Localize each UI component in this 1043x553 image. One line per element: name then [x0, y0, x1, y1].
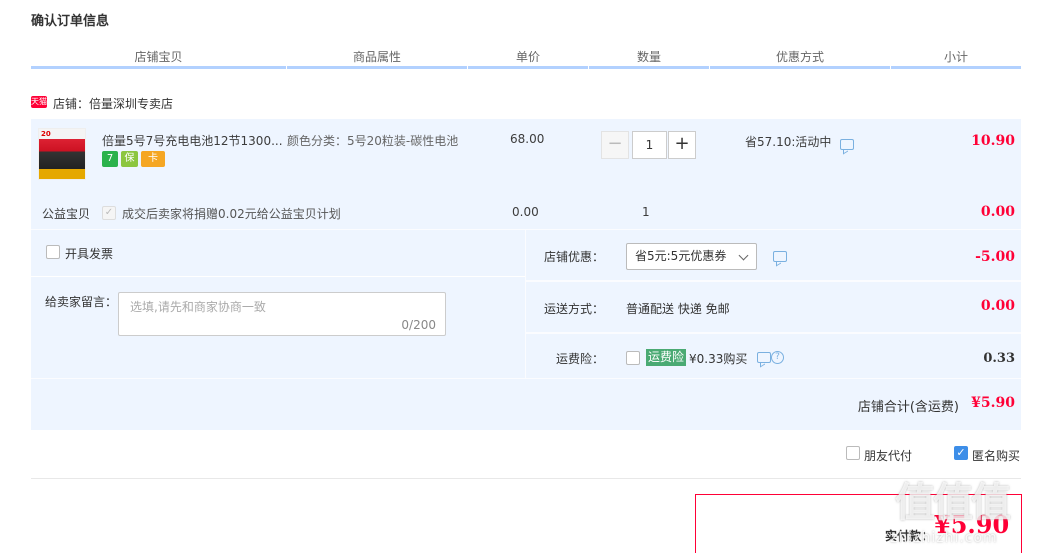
seven-day-return-icon[interactable]: 7: [102, 151, 118, 167]
charity-description: 成交后卖家将捐赠0.02元给公益宝贝计划: [122, 207, 341, 221]
header-underline: [891, 66, 1021, 69]
product-image[interactable]: 20: [38, 128, 86, 180]
charity-quantity: 1: [642, 205, 650, 219]
coupon-selected-value: 省5元:5元优惠券: [635, 249, 727, 263]
header-underline: [468, 66, 588, 69]
shop-total-amount: ¥5.90: [971, 395, 1015, 411]
remark-label: 给卖家留言：: [45, 295, 118, 309]
column-header-subtotal: 小计: [943, 50, 968, 64]
guarantee-icon[interactable]: 保: [121, 151, 138, 167]
message-icon[interactable]: [757, 352, 771, 363]
charity-subtotal: 0.00: [980, 204, 1015, 220]
friend-pay-checkbox[interactable]: [846, 446, 860, 460]
product-attribute: 颜色分类：5号20粒装-碳性电池: [287, 134, 459, 148]
chevron-down-icon: [738, 250, 749, 261]
character-counter: 0/200: [401, 318, 436, 332]
shipping-label: 运送方式：: [543, 302, 604, 316]
coupon-select[interactable]: 省5元:5元优惠券: [626, 243, 757, 270]
anonymous-label[interactable]: 匿名购买: [972, 447, 1020, 464]
insurance-tag: 运费险: [646, 349, 687, 366]
page-title: 确认订单信息: [31, 14, 110, 29]
charity-checkbox: ✓: [102, 206, 116, 220]
shipping-method: 普通配送 快递 免邮: [626, 302, 730, 316]
credit-card-icon[interactable]: 卡: [141, 151, 165, 167]
panel-divider: [31, 276, 525, 277]
charity-price: 0.00: [512, 205, 539, 219]
column-header-discount: 优惠方式: [775, 50, 824, 64]
header-underline: [31, 66, 286, 69]
message-placeholder: 选填,请先和商家协商一致: [130, 300, 266, 314]
invoice-checkbox[interactable]: [46, 245, 60, 259]
item-discount: 省57.10:活动中: [745, 135, 832, 149]
shop-discount-label: 店铺优惠：: [543, 250, 604, 264]
help-icon[interactable]: ?: [771, 351, 784, 364]
column-header-attribute: 商品属性: [352, 50, 401, 64]
shipping-amount: 0.00: [980, 298, 1015, 314]
shop-discount-amount: -5.00: [975, 249, 1015, 265]
column-header-unit-price: 单价: [515, 50, 540, 64]
insurance-price: ¥0.33购买: [689, 352, 748, 366]
header-underline: [287, 66, 467, 69]
quantity-minus-button[interactable]: −: [601, 131, 629, 159]
shop-name[interactable]: 店铺：倍量深圳专卖店: [53, 95, 173, 112]
product-title-link[interactable]: 倍量5号7号充电电池12节1300...: [102, 132, 282, 149]
watermark-logo: 值值值: [895, 480, 1011, 526]
column-header-item: 店铺宝贝: [134, 50, 183, 64]
charity-label: 公益宝贝: [42, 207, 91, 221]
column-header-quantity: 数量: [636, 50, 661, 64]
watermark-url: zhizhizhi.com: [890, 530, 998, 546]
message-icon[interactable]: [840, 139, 854, 150]
invoice-label[interactable]: 开具发票: [65, 245, 113, 262]
check-icon: ✓: [104, 207, 114, 218]
anonymous-checkbox[interactable]: ✓: [954, 446, 968, 460]
quantity-input[interactable]: 1: [632, 131, 667, 159]
insurance-amount: 0.33: [983, 351, 1015, 366]
header-underline: [710, 66, 890, 69]
header-underline: [589, 66, 709, 69]
section-divider: [31, 478, 1021, 479]
quantity-plus-button[interactable]: +: [668, 131, 696, 159]
message-icon[interactable]: [773, 251, 787, 262]
item-subtotal: 10.90: [971, 133, 1015, 149]
insurance-checkbox[interactable]: [626, 351, 640, 365]
product-image-tag: 20: [41, 130, 51, 138]
seller-message-input[interactable]: 选填,请先和商家协商一致 0/200: [118, 292, 446, 336]
insurance-label: 运费险：: [555, 352, 604, 366]
tmall-icon: 天猫: [31, 96, 47, 108]
friend-pay-label[interactable]: 朋友代付: [864, 447, 912, 464]
unit-price: 68.00: [510, 132, 545, 146]
